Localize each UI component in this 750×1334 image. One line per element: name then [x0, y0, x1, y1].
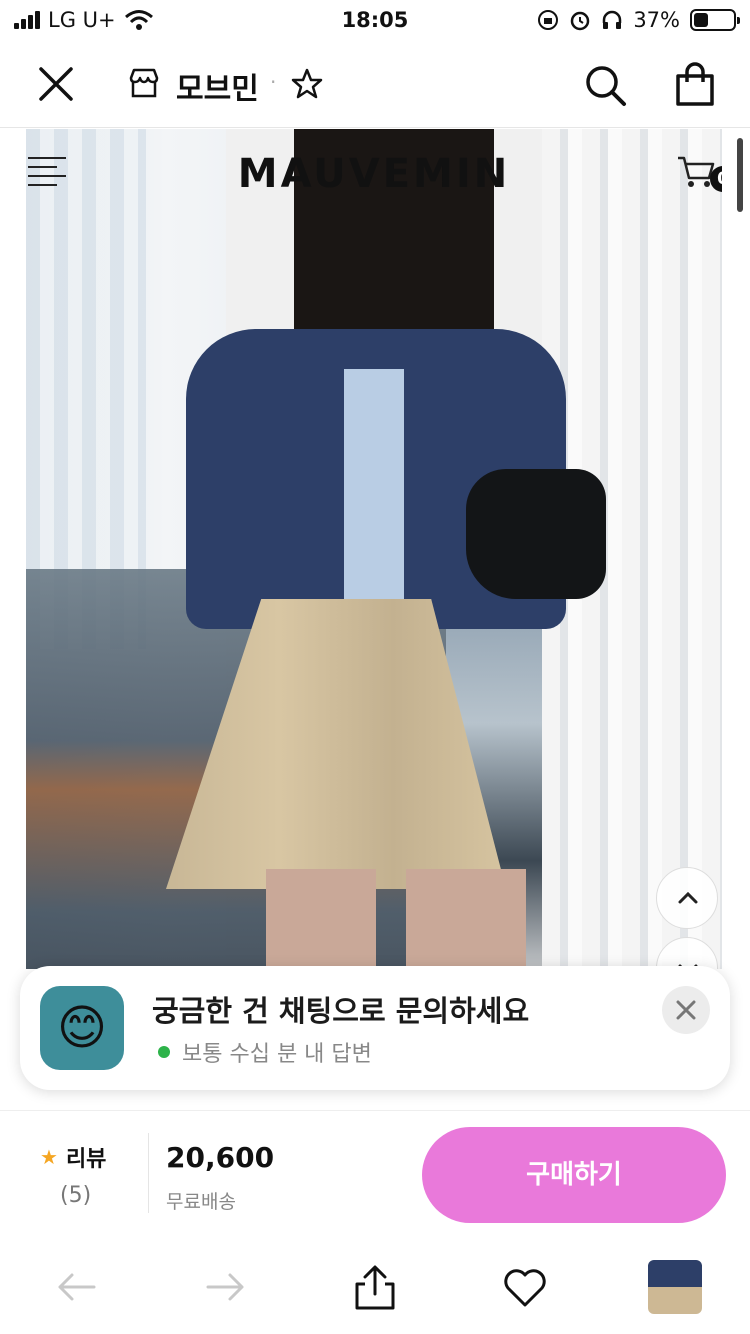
store-name[interactable]: 모브민: [176, 64, 259, 108]
chevron-up-icon: [678, 891, 698, 904]
review-label: 리뷰: [65, 1147, 107, 1172]
scrollbar[interactable]: [737, 138, 743, 212]
tab-thumbnail[interactable]: [648, 1260, 702, 1314]
chat-avatar: 😊: [40, 986, 124, 1070]
separator-dot: ·: [270, 70, 277, 94]
heart-icon[interactable]: [500, 1262, 550, 1312]
purchase-bar: ★ 리뷰 (5) 20,600 무료배송 구매하기: [0, 1110, 750, 1238]
online-status-dot: [158, 1046, 170, 1058]
product-image[interactable]: MAUVEMIN 0: [26, 129, 722, 969]
headphones-icon: [603, 10, 622, 29]
shipping-info: 무료배송: [166, 1191, 236, 1213]
status-right: 37%: [537, 8, 740, 32]
rotation-lock-icon: [538, 10, 559, 30]
forward-arrow-icon[interactable]: [200, 1262, 250, 1312]
scroll-bottom-button[interactable]: [656, 937, 718, 969]
top-navigation: 모브민 ·: [0, 42, 750, 128]
chat-banner-subtitle: 보통 수십 분 내 답변: [158, 1036, 372, 1068]
search-icon[interactable]: [584, 64, 628, 108]
store-icon[interactable]: [127, 66, 161, 100]
status-bar: LG U+ 18:05 37%: [0, 0, 750, 42]
price: 20,600: [166, 1141, 275, 1174]
close-banner-button[interactable]: [662, 986, 710, 1034]
star-icon[interactable]: [290, 67, 324, 101]
divider: [148, 1133, 149, 1213]
scroll-top-button[interactable]: [656, 867, 718, 929]
brand-logo: MAUVEMIN: [237, 151, 511, 197]
chat-inquiry-banner[interactable]: 😊 궁금한 건 채팅으로 문의하세요 보통 수십 분 내 답변: [20, 966, 730, 1090]
buy-button[interactable]: 구매하기: [422, 1127, 726, 1223]
battery-percent: 37%: [633, 8, 680, 32]
review-button[interactable]: ★ 리뷰: [40, 1141, 106, 1173]
chevron-down-icon: [678, 964, 698, 969]
star-icon: ★: [40, 1145, 58, 1169]
battery-fill: [694, 13, 708, 27]
close-icon: [676, 1000, 696, 1020]
review-count: (5): [60, 1183, 92, 1208]
share-icon[interactable]: [350, 1262, 400, 1312]
shopping-bag-icon[interactable]: [674, 62, 716, 108]
bottom-toolbar: [0, 1238, 750, 1334]
back-arrow-icon[interactable]: [52, 1262, 102, 1312]
alarm-icon: [571, 11, 590, 31]
battery-icon: [690, 9, 740, 31]
chat-banner-title: 궁금한 건 채팅으로 문의하세요: [152, 994, 530, 1028]
close-icon[interactable]: [36, 64, 76, 104]
